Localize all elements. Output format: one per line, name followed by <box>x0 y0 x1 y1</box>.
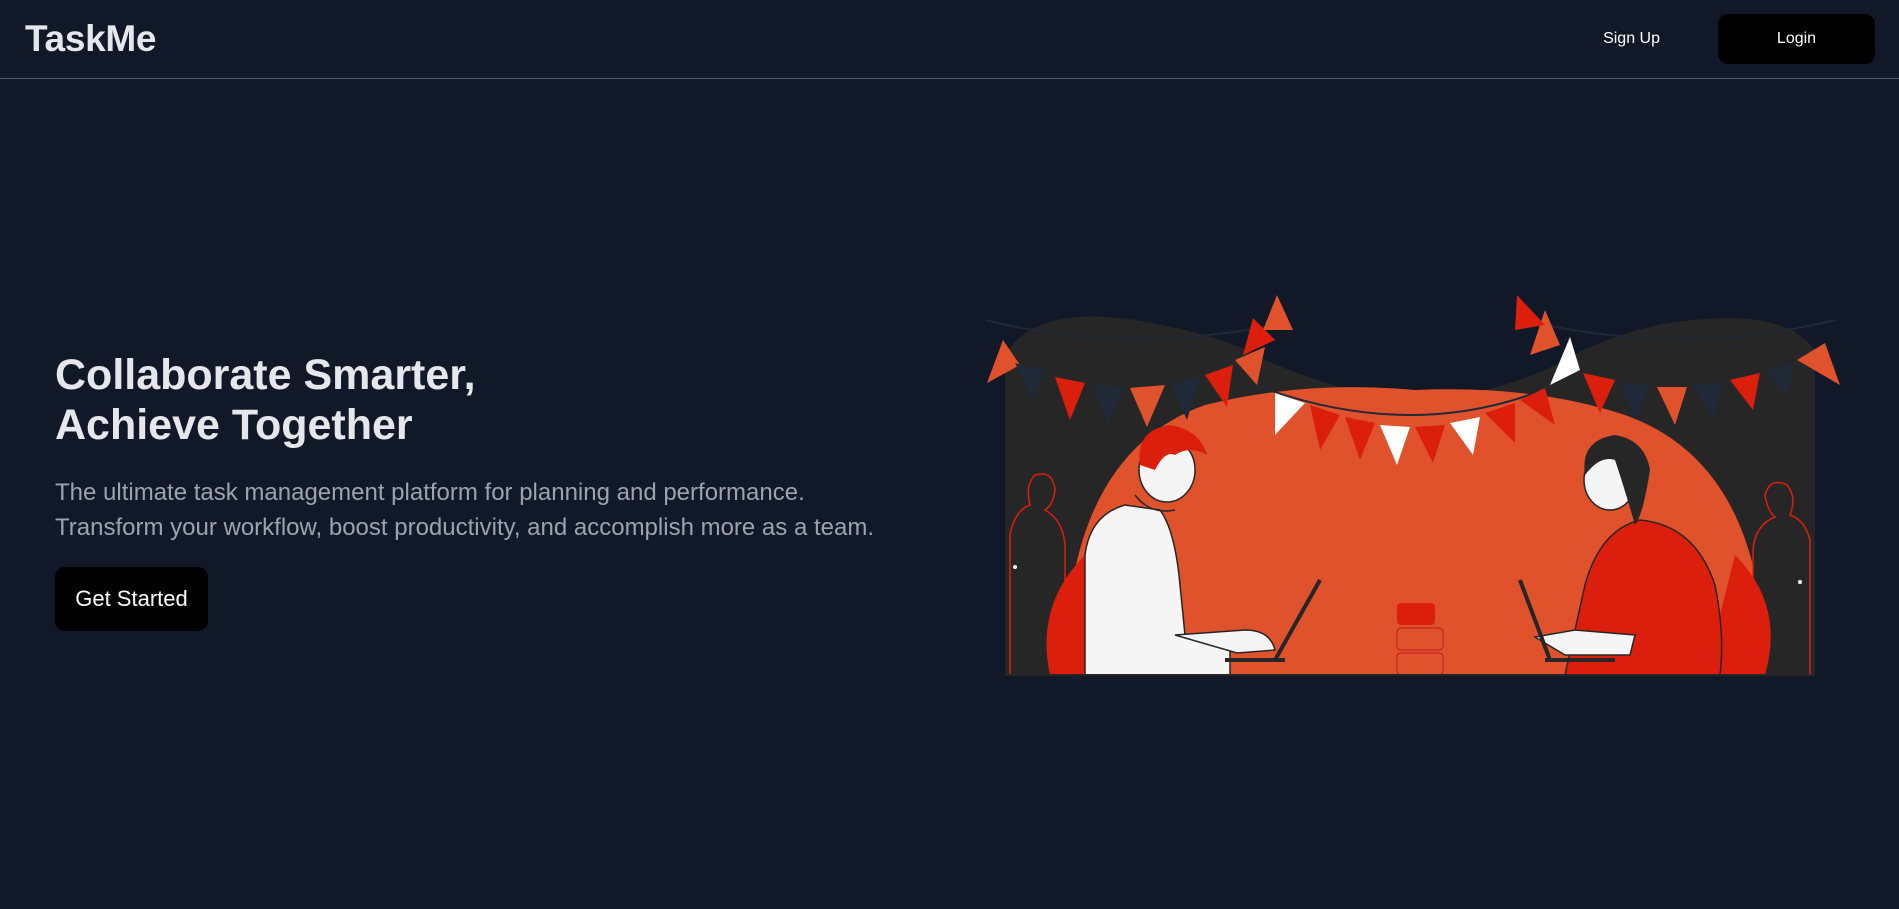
headline-line-2: Achieve Together <box>55 401 413 449</box>
center-stack <box>1396 652 1444 676</box>
nav-actions: Sign Up Login <box>1575 14 1875 64</box>
hero-section: Collaborate Smarter, Achieve Together Th… <box>55 350 955 631</box>
brand-logo[interactable]: TaskMe <box>25 18 156 60</box>
signup-button[interactable]: Sign Up <box>1575 18 1688 60</box>
subtext-line-1: The ultimate task management platform fo… <box>55 479 805 506</box>
login-button[interactable]: Login <box>1718 14 1875 64</box>
get-started-button[interactable]: Get Started <box>55 567 208 631</box>
subtext-line-2: Transform your workflow, boost productiv… <box>55 514 874 541</box>
center-stack <box>1397 603 1435 625</box>
headline-line-1: Collaborate Smarter, <box>55 351 476 399</box>
center-stack <box>1396 627 1444 651</box>
flag <box>1515 295 1545 330</box>
navbar: TaskMe Sign Up Login <box>0 0 1899 79</box>
sparkle-right <box>1798 580 1802 584</box>
hero-subtext: The ultimate task management platform fo… <box>55 475 955 545</box>
flag <box>1263 295 1293 330</box>
teamwork-illustration <box>984 295 1840 676</box>
sparkle-left <box>1013 565 1017 569</box>
hero-headline: Collaborate Smarter, Achieve Together <box>55 350 955 450</box>
